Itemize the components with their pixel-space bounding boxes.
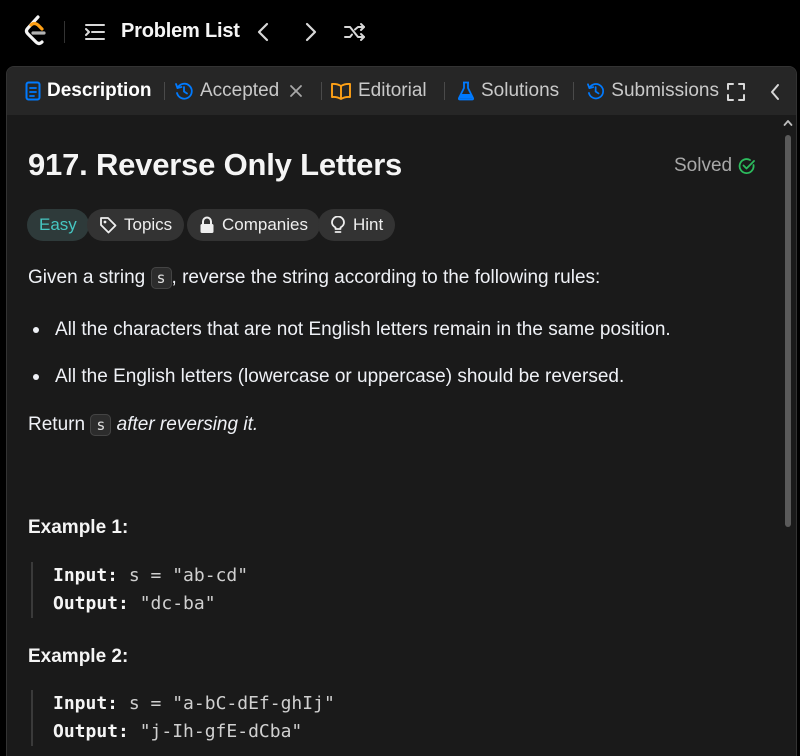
problem-list-icon[interactable] <box>85 23 105 41</box>
rule-item: All the English letters (lowercase or up… <box>29 366 624 388</box>
chevron-left-icon <box>771 84 779 100</box>
inline-code: s <box>90 414 112 436</box>
problem-list-title[interactable]: Problem List <box>121 20 240 43</box>
check-circle-icon <box>738 158 756 174</box>
tab-divider <box>321 82 322 100</box>
history-icon <box>175 82 193 100</box>
problem-intro: Given a string s, reverse the string acc… <box>28 267 600 289</box>
rule-text: All the English letters (lowercase or up… <box>55 366 625 387</box>
topics-label: Topics <box>124 215 173 234</box>
return-text: Return <box>28 414 86 435</box>
tab-divider <box>444 82 445 100</box>
tab-bar: Description Accepted Editorial Solutions… <box>7 67 796 115</box>
solved-status: Solved <box>674 155 756 177</box>
example-input: s = "ab-cd" <box>128 565 249 586</box>
example-input: s = "a-bC-dEf-ghIj" <box>128 693 335 714</box>
rule-text: All the characters that are not English … <box>55 319 671 340</box>
lock-icon <box>200 216 214 233</box>
solved-label: Solved <box>674 155 733 176</box>
tab-accepted[interactable]: Accepted <box>174 78 303 104</box>
tab-label: Solutions <box>481 80 560 101</box>
companies-label: Companies <box>222 215 308 234</box>
tab-label: Description <box>47 80 152 101</box>
prev-problem-button[interactable] <box>252 20 274 44</box>
leetcode-logo-icon[interactable] <box>22 15 50 47</box>
problem-return: Return s after reversing it. <box>28 414 258 436</box>
intro-text: Given a string <box>28 267 146 288</box>
chevron-right-icon <box>305 22 317 42</box>
expand-icon <box>727 83 745 101</box>
input-label: Input: <box>53 693 119 714</box>
next-problem-button[interactable] <box>300 20 322 44</box>
scroll-up-arrow-icon[interactable] <box>783 119 793 127</box>
example-title: Example 1: <box>28 517 129 538</box>
maximize-panel-button[interactable] <box>725 80 747 104</box>
return-text: after reversing it. <box>116 414 259 435</box>
tab-submissions[interactable]: Submissions <box>586 78 719 104</box>
history-icon <box>587 83 604 100</box>
tab-label: Accepted <box>200 80 280 101</box>
close-icon[interactable] <box>289 84 303 98</box>
problem-title: 917. Reverse Only Letters <box>28 147 403 182</box>
difficulty-label: Easy <box>39 215 77 234</box>
book-icon <box>331 82 351 100</box>
shuffle-icon <box>344 23 365 41</box>
example-output: "dc-ba" <box>139 593 216 614</box>
companies-button[interactable]: Companies <box>187 209 320 241</box>
tab-divider <box>573 82 574 100</box>
description-icon <box>25 81 41 101</box>
tag-icon <box>100 217 117 234</box>
tab-description[interactable]: Description <box>25 78 152 104</box>
tab-label: Submissions <box>611 80 719 101</box>
difficulty-badge: Easy <box>27 209 89 241</box>
example-output: "j-Ih-gfE-dCba" <box>139 721 303 742</box>
example-block: Input: s = "ab-cd" Output: "dc-ba" <box>31 562 531 618</box>
random-problem-button[interactable] <box>342 20 368 44</box>
tab-editorial[interactable]: Editorial <box>330 78 427 104</box>
tab-label: Editorial <box>358 80 427 101</box>
bullet-dot <box>33 327 39 333</box>
flask-icon <box>457 81 475 101</box>
nav-divider <box>64 21 65 43</box>
rule-item: All the characters that are not English … <box>29 319 671 341</box>
chevron-left-icon <box>257 22 269 42</box>
example-block: Input: s = "a-bC-dEf-ghIj" Output: "j-Ih… <box>31 690 531 746</box>
output-label: Output: <box>53 593 129 614</box>
collapse-panel-button[interactable] <box>764 80 786 104</box>
bullet-dot <box>33 374 39 380</box>
hint-button[interactable]: Hint <box>318 209 396 241</box>
description-panel: Description Accepted Editorial Solutions… <box>6 66 797 756</box>
top-nav: Problem List <box>0 0 800 64</box>
input-label: Input: <box>53 565 119 586</box>
output-label: Output: <box>53 721 129 742</box>
example-title: Example 2: <box>28 646 129 667</box>
inline-code: s <box>150 267 172 289</box>
lightbulb-icon <box>331 216 345 233</box>
tab-divider <box>164 82 165 100</box>
tab-solutions[interactable]: Solutions <box>457 78 559 104</box>
scrollbar-thumb[interactable] <box>785 135 791 527</box>
hint-label: Hint <box>353 215 384 234</box>
intro-text: , reverse the string according to the fo… <box>171 267 601 288</box>
topics-button[interactable]: Topics <box>87 209 185 241</box>
